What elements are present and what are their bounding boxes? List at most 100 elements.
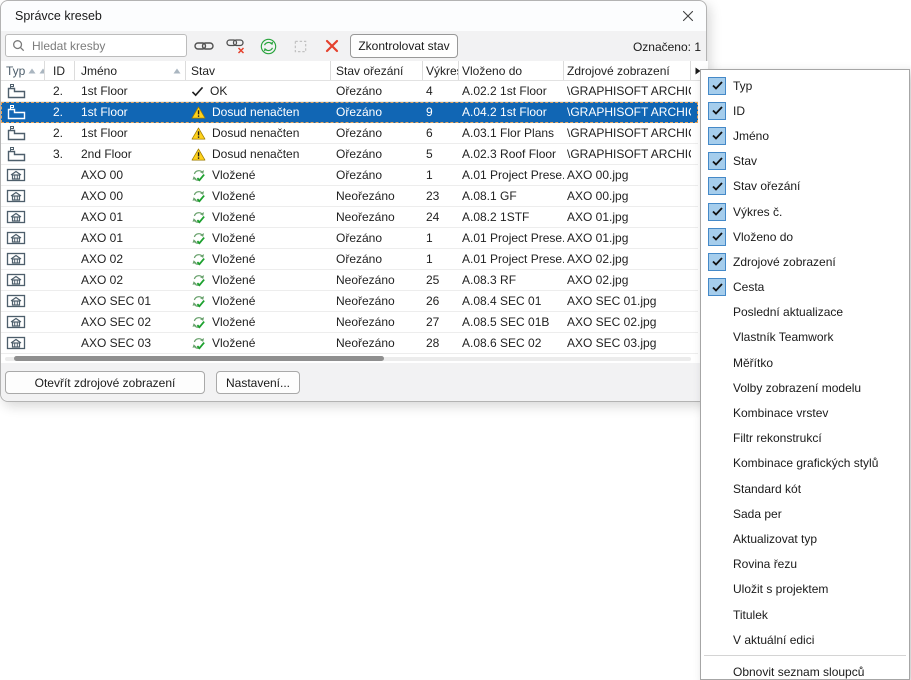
trim-status-cell: Neořezáno [331, 312, 423, 332]
column-menu-item[interactable]: Kombinace vrstev [701, 400, 909, 425]
trim-text: Ořezáno [336, 252, 382, 266]
status-text: Dosud nenačten [212, 105, 299, 119]
column-menu-item[interactable]: Stav [701, 149, 909, 174]
drawing-number-cell: 6 [423, 123, 459, 143]
status-cell: Dosud nenačten [186, 102, 331, 122]
column-menu-item[interactable]: Uložit s projektem [701, 577, 909, 602]
status-cell: Vložené [186, 312, 331, 332]
column-menu-item[interactable]: Standard kót [701, 476, 909, 501]
table-row[interactable]: AXO SEC 01VloženéNeořezáno26A.08.4 SEC 0… [1, 291, 698, 312]
checkbox-unchecked [708, 530, 726, 548]
close-button[interactable] [677, 6, 699, 26]
menu-item-label: Volby zobrazení modelu [733, 381, 861, 395]
column-header-jmeno[interactable]: Jméno [75, 61, 186, 80]
break-link-button[interactable] [223, 34, 249, 58]
source-view-cell: \GRAPHISOFT ARCHICAD [564, 144, 691, 164]
table-row[interactable]: AXO 02VloženéOřezáno1A.01 Project Prese.… [1, 249, 698, 270]
menu-item-label: Měřítko [733, 356, 773, 370]
trim-text: Ořezáno [336, 84, 382, 98]
column-menu-item[interactable]: ID [701, 98, 909, 123]
column-header-stav[interactable]: Stav [186, 61, 331, 80]
column-header-zdroj[interactable]: Zdrojové zobrazení [564, 61, 691, 80]
number-text: 4 [426, 84, 433, 98]
drawing-number-cell: 5 [423, 144, 459, 164]
name-cell: AXO 02 [75, 270, 186, 290]
column-menu-item[interactable]: Typ [701, 73, 909, 98]
column-menu-item[interactable]: Volby zobrazení modelu [701, 375, 909, 400]
scrollbar-thumb[interactable] [14, 356, 384, 361]
menu-item-label: Vloženo do [733, 230, 793, 244]
table-row[interactable]: AXO 01VloženéNeořezáno24A.08.2 1STFAXO 0… [1, 207, 698, 228]
checkbox-unchecked [708, 328, 726, 346]
status-cell: Vložené [186, 186, 331, 206]
table-row[interactable]: AXO SEC 02VloženéNeořezáno27A.08.5 SEC 0… [1, 312, 698, 333]
column-menu-item[interactable]: Výkres č. [701, 199, 909, 224]
column-menu-item[interactable]: Poslední aktualizace [701, 300, 909, 325]
table-row[interactable]: AXO 01VloženéOřezáno1A.01 Project Prese.… [1, 228, 698, 249]
table-row[interactable]: AXO 00VloženéNeořezáno23A.08.1 GFAXO 00.… [1, 186, 698, 207]
placed-on-cell: A.01 Project Prese... [459, 165, 564, 185]
search-input[interactable] [30, 38, 180, 54]
column-menu-item[interactable]: Cesta [701, 275, 909, 300]
checkbox-unchecked [708, 379, 726, 397]
column-header-orezani[interactable]: Stav ořezání [331, 61, 423, 80]
checkbox-checked-icon [708, 278, 726, 296]
check-status-button[interactable]: Zkontrolovat stav [350, 34, 458, 58]
column-header-vykres[interactable]: Výkres... [423, 61, 459, 80]
column-header-typ[interactable]: Typ [1, 61, 45, 80]
checkbox-unchecked [708, 606, 726, 624]
column-menu-item[interactable]: Kombinace grafických stylů [701, 451, 909, 476]
name-cell: AXO 00 [75, 186, 186, 206]
table-row[interactable]: 2.1st FloorDosud nenačtenOřezáno6A.03.1 … [1, 123, 698, 144]
id-cell [45, 249, 75, 269]
column-menu-item[interactable]: Měřítko [701, 350, 909, 375]
embedded-icon [191, 315, 206, 330]
name-text: AXO SEC 01 [81, 294, 151, 308]
settings-button[interactable]: Nastavení... [216, 371, 300, 394]
column-header-vlozeno[interactable]: Vloženo do [459, 61, 564, 80]
column-menu-item[interactable]: Jméno [701, 123, 909, 148]
titlebar: Správce kreseb [1, 1, 706, 31]
trim-status-cell: Neořezáno [331, 186, 423, 206]
table-row[interactable]: AXO 02VloženéNeořezáno25A.08.3 RFAXO 02.… [1, 270, 698, 291]
menu-item-label: Typ [733, 79, 752, 93]
source-view-cell: \GRAPHISOFT ARCHICAD [564, 123, 691, 143]
table-row[interactable]: 2.1st FloorOKOřezáno4A.02.2 1st Floor\GR… [1, 81, 698, 102]
column-menu-item[interactable]: Stav ořezání [701, 174, 909, 199]
id-cell: 2. [45, 102, 75, 122]
sort-asc-icon [173, 68, 181, 74]
table-row[interactable]: AXO 00VloženéOřezáno1A.01 Project Prese.… [1, 165, 698, 186]
open-source-view-button[interactable]: Otevřít zdrojové zobrazení [5, 371, 205, 394]
trim-status-cell: Ořezáno [331, 249, 423, 269]
placed-text: A.04.2 1st Floor [462, 105, 547, 119]
table-row[interactable]: 2.1st FloorDosud nenačtenOřezáno9A.04.2 … [1, 102, 698, 123]
table-row[interactable]: 3.2nd FloorDosud nenačtenOřezáno5A.02.3 … [1, 144, 698, 165]
trim-text: Neořezáno [336, 294, 395, 308]
placed-text: A.02.3 Roof Floor [462, 147, 556, 161]
column-menu-item[interactable]: Sada per [701, 501, 909, 526]
column-menu-item[interactable]: Vloženo do [701, 224, 909, 249]
column-menu-item[interactable]: Vlastník Teamwork [701, 325, 909, 350]
delete-drawing-button[interactable] [319, 34, 345, 58]
source-view-cell: AXO SEC 01.jpg [564, 291, 691, 311]
column-menu-item[interactable]: Aktualizovat typ [701, 526, 909, 551]
horizontal-scrollbar[interactable] [5, 355, 691, 363]
type-cell [1, 102, 45, 122]
menu-separator [704, 655, 906, 656]
toolbar-buttons [191, 34, 345, 58]
column-menu-item[interactable]: Titulek [701, 602, 909, 627]
source-view-cell: AXO 02.jpg [564, 270, 691, 290]
update-drawing-button[interactable] [255, 34, 281, 58]
link-icon [194, 40, 214, 52]
link-drawing-button[interactable] [191, 34, 217, 58]
reset-columns-menu-item[interactable]: Obnovit seznam sloupců [701, 659, 909, 680]
search-box[interactable] [5, 34, 187, 57]
column-menu-item[interactable]: Zdrojové zobrazení [701, 249, 909, 274]
table-row[interactable]: AXO SEC 03VloženéNeořezáno28A.08.6 SEC 0… [1, 333, 698, 354]
column-menu-item[interactable]: Filtr rekonstrukcí [701, 426, 909, 451]
trim-status-cell: Neořezáno [331, 333, 423, 353]
column-menu-item[interactable]: Rovina řezu [701, 552, 909, 577]
source-text: \GRAPHISOFT ARCHICAD [567, 105, 691, 119]
column-menu-item[interactable]: V aktuální edici [701, 627, 909, 652]
column-header-id[interactable]: ID [45, 61, 75, 80]
